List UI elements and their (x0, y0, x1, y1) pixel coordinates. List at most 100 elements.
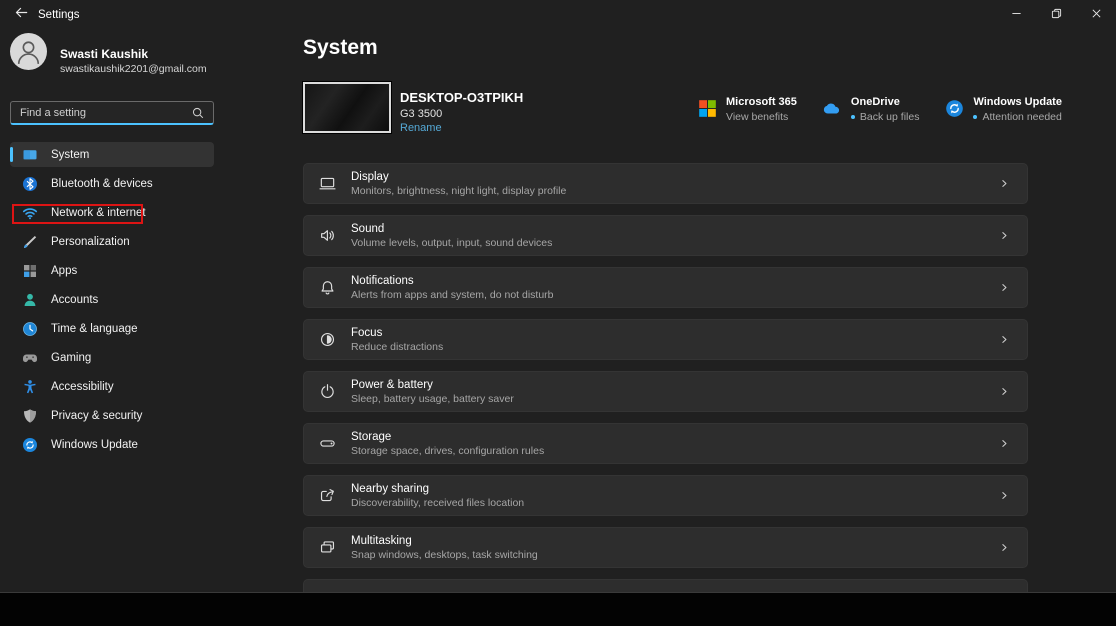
sidebar-item-apps[interactable]: Apps (10, 258, 214, 283)
settings-row-title: Notifications (351, 275, 998, 287)
settings-row-title: Sound (351, 223, 998, 235)
quick-link-windows-update[interactable]: Windows Update Attention needed (945, 96, 1062, 123)
sidebar-item-label: Personalization (51, 236, 130, 248)
rename-link[interactable]: Rename (400, 122, 442, 134)
accessibility-icon (22, 379, 38, 395)
chevron-right-icon (998, 333, 1011, 346)
sidebar-item-personalization[interactable]: Personalization (10, 229, 214, 254)
gaming-icon (22, 350, 38, 366)
quick-link-title: OneDrive (851, 96, 920, 108)
settings-row-title: Power & battery (351, 379, 998, 391)
settings-row-notifications[interactable]: Notifications Alerts from apps and syste… (303, 267, 1028, 308)
chevron-right-icon (998, 489, 1011, 502)
sidebar-item-windows-update[interactable]: Windows Update (10, 432, 214, 457)
avatar[interactable] (10, 33, 47, 70)
settings-row-focus[interactable]: Focus Reduce distractions (303, 319, 1028, 360)
chevron-right-icon (998, 281, 1011, 294)
settings-row-nearby-sharing[interactable]: Nearby sharing Discoverability, received… (303, 475, 1028, 516)
close-button[interactable] (1076, 0, 1116, 30)
minimize-button[interactable] (996, 0, 1036, 30)
sidebar-item-label: Privacy & security (51, 410, 142, 422)
search-input[interactable] (11, 107, 191, 119)
chevron-right-icon (998, 541, 1011, 554)
quick-links: Microsoft 365 View benefits OneDrive Bac… (698, 96, 1033, 123)
settings-row-subtitle: Monitors, brightness, night light, displ… (351, 185, 998, 197)
quick-link-title: Windows Update (973, 96, 1062, 108)
sidebar-item-time-language[interactable]: Time & language (10, 316, 214, 341)
multitasking-icon (319, 539, 336, 556)
network-icon (22, 205, 38, 221)
sidebar-item-label: Windows Update (51, 439, 138, 451)
sidebar-item-gaming[interactable]: Gaming (10, 345, 214, 370)
sidebar-item-system[interactable]: System (10, 142, 214, 167)
quick-link-subtitle: Attention needed (982, 111, 1061, 123)
settings-row-subtitle: Storage space, drives, configuration rul… (351, 445, 998, 457)
settings-row-multitasking[interactable]: Multitasking Snap windows, desktops, tas… (303, 527, 1028, 568)
sound-icon (319, 227, 336, 244)
settings-row-sound[interactable]: Sound Volume levels, output, input, soun… (303, 215, 1028, 256)
bluetooth-icon (22, 176, 38, 192)
device-model: G3 3500 (400, 108, 442, 120)
minimize-icon (1011, 6, 1022, 24)
sidebar-item-privacy-security[interactable]: Privacy & security (10, 403, 214, 428)
search-box (10, 101, 214, 125)
status-bullet (973, 115, 977, 119)
search-icon[interactable] (191, 106, 205, 120)
app-title: Settings (38, 9, 80, 21)
settings-row-title: Storage (351, 431, 998, 443)
nearby-sharing-icon (319, 487, 336, 504)
sidebar-item-label: Bluetooth & devices (51, 178, 153, 190)
quick-link-microsoft-365[interactable]: Microsoft 365 View benefits (698, 96, 797, 123)
time-language-icon (22, 321, 38, 337)
focus-icon (319, 331, 336, 348)
chevron-right-icon (998, 437, 1011, 450)
device-thumbnail (303, 82, 391, 133)
maximize-button[interactable] (1036, 0, 1076, 30)
privacy-security-icon (22, 408, 38, 424)
sidebar-item-label: Apps (51, 265, 77, 277)
chevron-right-icon (998, 177, 1011, 190)
quick-link-onedrive[interactable]: OneDrive Back up files (823, 96, 920, 123)
window-controls (996, 0, 1116, 30)
chevron-right-icon (998, 385, 1011, 398)
settings-row-subtitle: Volume levels, output, input, sound devi… (351, 237, 998, 249)
personalization-icon (22, 234, 38, 250)
selected-indicator (10, 147, 13, 162)
accounts-icon (22, 292, 38, 308)
display-icon (319, 175, 336, 192)
system-icon (22, 147, 38, 163)
sidebar-item-accessibility[interactable]: Accessibility (10, 374, 214, 399)
apps-icon (22, 263, 38, 279)
page-title: System (303, 36, 378, 60)
quick-link-subtitle: Back up files (860, 111, 920, 123)
power-battery-icon (319, 383, 336, 400)
sidebar-item-label: Time & language (51, 323, 138, 335)
quick-link-subtitle: View benefits (726, 111, 788, 123)
settings-row-display[interactable]: Display Monitors, brightness, night ligh… (303, 163, 1028, 204)
chevron-right-icon (998, 229, 1011, 242)
settings-row-power-battery[interactable]: Power & battery Sleep, battery usage, ba… (303, 371, 1028, 412)
settings-row-title: Display (351, 171, 998, 183)
back-arrow-icon (14, 5, 29, 25)
settings-row-subtitle: Alerts from apps and system, do not dist… (351, 289, 998, 301)
profile-email: swastikaushik2201@gmail.com (60, 63, 207, 75)
sidebar-item-label: System (51, 149, 89, 161)
settings-row-storage[interactable]: Storage Storage space, drives, configura… (303, 423, 1028, 464)
quick-link-title: Microsoft 365 (726, 96, 797, 108)
notifications-icon (319, 279, 336, 296)
sidebar-item-network-internet[interactable]: Network & internet (10, 200, 214, 225)
settings-row-subtitle: Sleep, battery usage, battery saver (351, 393, 998, 405)
settings-row-title: Multitasking (351, 535, 998, 547)
close-icon (1091, 6, 1102, 24)
sidebar-item-label: Network & internet (51, 207, 146, 219)
onedrive-icon (823, 99, 842, 118)
sidebar-item-bluetooth-devices[interactable]: Bluetooth & devices (10, 171, 214, 196)
settings-row-partial[interactable] (303, 579, 1028, 593)
settings-rows: Display Monitors, brightness, night ligh… (303, 163, 1028, 593)
ms-365-icon (698, 99, 717, 118)
sidebar-item-label: Accessibility (51, 381, 114, 393)
sidebar-nav: System Bluetooth & devices Network & int… (10, 142, 214, 461)
settings-row-title: Focus (351, 327, 998, 339)
back-button[interactable] (8, 5, 34, 25)
sidebar-item-accounts[interactable]: Accounts (10, 287, 214, 312)
